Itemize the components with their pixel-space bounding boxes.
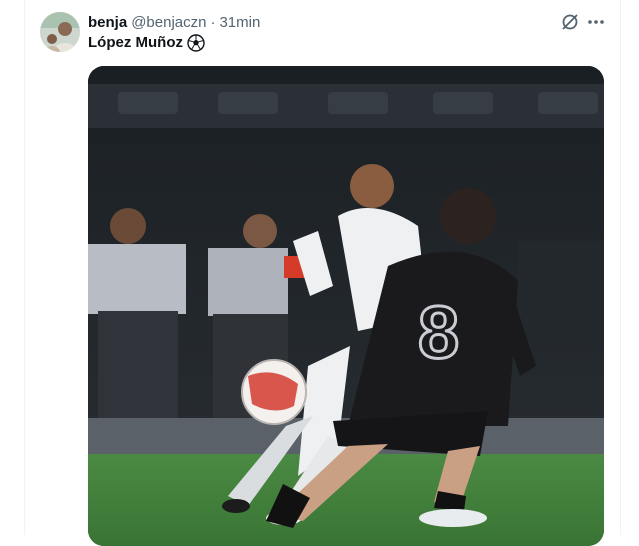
tweet-timestamp[interactable]: 31min [219, 14, 260, 31]
avatar-image [40, 12, 80, 52]
soccer-ball-icon [187, 34, 205, 52]
author-name[interactable]: benja [88, 14, 127, 31]
tweet-header: benja @benjaczn · 31min [88, 12, 260, 32]
avatar[interactable] [40, 12, 80, 52]
author-handle[interactable]: @benjaczn [131, 14, 206, 31]
separator-dot: · [210, 13, 216, 31]
video-frame-soccer: 8 [88, 66, 604, 546]
more-options-icon[interactable] [586, 12, 606, 32]
tweet-text: López Muñoz [88, 33, 205, 53]
tweet-text-content: López Muñoz [88, 34, 183, 51]
tweet-video[interactable]: 8 [88, 66, 604, 546]
jersey-number: 8 [418, 291, 459, 374]
grok-icon[interactable] [560, 12, 580, 32]
